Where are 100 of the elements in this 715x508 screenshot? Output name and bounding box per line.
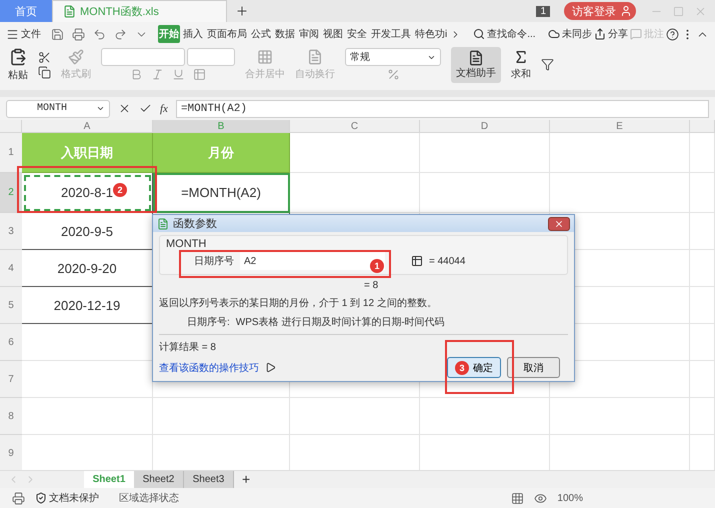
menu-tab[interactable]: 公式	[250, 25, 272, 43]
menu-tab[interactable]: 数据	[274, 25, 296, 43]
print-icon[interactable]	[12, 492, 25, 504]
cloud-icon	[548, 28, 560, 40]
column-header[interactable]: C	[290, 120, 420, 133]
help-icon[interactable]	[666, 28, 679, 40]
argument-result: = 44044	[429, 256, 466, 266]
print-icon[interactable]	[72, 28, 85, 40]
share-button[interactable]: 分享	[594, 27, 628, 41]
grid-view-icon[interactable]	[511, 492, 524, 504]
new-tab-icon[interactable]	[235, 4, 249, 18]
filter-icon[interactable]	[541, 58, 554, 71]
caret-icon	[96, 104, 105, 113]
row-header[interactable]: 6	[0, 324, 22, 361]
bold-icon[interactable]	[130, 68, 143, 81]
close-button[interactable]	[548, 216, 570, 230]
menu-icon[interactable]	[6, 28, 19, 40]
row-header[interactable]: 5	[0, 287, 22, 324]
row-header[interactable]: 7	[0, 361, 22, 398]
empty-cell	[690, 324, 715, 361]
menu-tab[interactable]: 开发工具	[370, 25, 412, 43]
border-icon[interactable]	[193, 68, 206, 81]
percent-icon[interactable]	[386, 68, 400, 81]
range-picker-icon[interactable]	[411, 255, 423, 267]
function-name: MONTH	[166, 238, 208, 250]
clipboard-icon	[9, 48, 27, 66]
column-header[interactable]: A	[22, 120, 153, 133]
sheet-tab[interactable]: Sheet3	[184, 471, 234, 488]
cancel-icon[interactable]	[118, 102, 131, 115]
save-icon[interactable]	[51, 28, 64, 40]
menu-tab[interactable]: 页面布局	[206, 25, 248, 43]
column-header[interactable]: E	[550, 120, 690, 133]
close-icon	[554, 218, 564, 228]
menu-tab[interactable]: 插入	[182, 25, 204, 43]
step-badge: 2	[113, 183, 127, 197]
menu-tab[interactable]: 审阅	[298, 25, 320, 43]
highlight-frame	[445, 340, 514, 394]
calc-result: 计算结果 = 8	[159, 340, 216, 354]
row-header[interactable]: 4	[0, 250, 22, 287]
redo-icon[interactable]	[114, 28, 127, 40]
paintbrush-icon	[68, 48, 84, 64]
number-format-select[interactable]: 常规	[345, 48, 441, 66]
sum-button[interactable]: 求和	[511, 48, 531, 80]
empty-cell	[690, 213, 715, 250]
notification-count[interactable]: 1	[536, 6, 550, 16]
argument-label: 日期序号	[194, 254, 234, 268]
protection-status[interactable]: 文档未保护	[35, 491, 99, 505]
function-button[interactable]: fx	[160, 102, 168, 114]
merge-icon	[257, 48, 273, 64]
comment-icon	[630, 28, 642, 40]
cut-icon[interactable]	[38, 50, 51, 64]
sheet-tab[interactable]: Sheet2	[134, 471, 184, 488]
menu-tab[interactable]: 安全	[346, 25, 368, 43]
dialog-title: 函数参数	[173, 217, 217, 231]
add-sheet-button[interactable]: +	[234, 471, 258, 488]
help-link[interactable]: 查看该函数的操作技巧	[159, 360, 259, 374]
zoom-level[interactable]: 100%	[557, 492, 583, 504]
name-box[interactable]: MONTH	[6, 100, 110, 118]
spreadsheet-icon	[63, 5, 76, 18]
formula-result: = 8	[364, 280, 378, 291]
empty-cell	[690, 173, 715, 213]
paste-button[interactable]: 粘贴	[8, 48, 28, 82]
command-search[interactable]: 查找命令...	[473, 27, 536, 41]
row-header[interactable]: 1	[0, 133, 22, 173]
formula-field[interactable]: =MONTH(A2)	[176, 100, 709, 118]
avatar-icon	[620, 5, 632, 17]
wrap-icon	[307, 48, 323, 64]
table-cell: 月份	[153, 133, 290, 173]
row-header[interactable]: 3	[0, 213, 22, 250]
argument-help: WPS表格 进行日期及时间计算的日期-时间代码	[236, 316, 445, 329]
table-cell: 入职日期	[22, 133, 153, 173]
function-description: 返回以序列号表示的某日期的月份，介于 1 到 12 之间的整数。	[159, 296, 437, 310]
row-header[interactable]: 8	[0, 398, 22, 435]
menu-tab[interactable]: 特色功i	[414, 25, 448, 43]
table-cell: =MONTH(A2)	[153, 173, 290, 213]
empty-cell	[690, 250, 715, 287]
app-icon	[157, 218, 169, 230]
step-badge: 3	[455, 360, 469, 374]
argument-help-label: 日期序号:	[187, 316, 230, 329]
sync-button[interactable]: 未同步	[548, 27, 592, 41]
search-icon	[473, 28, 486, 40]
empty-cell	[690, 361, 715, 398]
column-header[interactable]: D	[420, 120, 550, 133]
document-icon	[468, 50, 484, 66]
empty-cell	[690, 398, 715, 435]
italic-icon[interactable]	[151, 68, 164, 81]
eye-icon[interactable]	[534, 492, 548, 504]
cancel-button[interactable]: 取消	[507, 357, 560, 378]
share-icon	[594, 28, 606, 40]
underline-icon[interactable]	[172, 68, 185, 81]
document-assistant-button[interactable]: 文档助手	[451, 46, 501, 82]
selection-mode: 区域选择状态	[119, 492, 179, 505]
row-header[interactable]: 9	[0, 435, 22, 470]
copy-icon[interactable]	[38, 66, 51, 78]
file-menu[interactable]: 文件	[21, 27, 41, 41]
undo-icon[interactable]	[93, 28, 106, 40]
login-button[interactable]: 访客登录	[564, 2, 636, 20]
video-icon[interactable]	[265, 362, 276, 373]
menu-tab[interactable]: 视图	[322, 25, 344, 43]
ok-button[interactable]: 3 确定	[447, 357, 501, 378]
